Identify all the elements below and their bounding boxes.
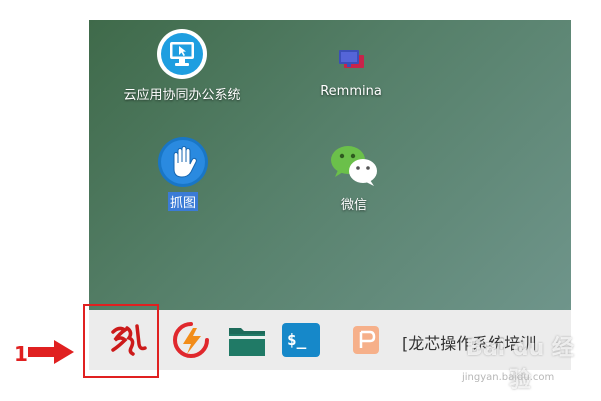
hand-icon <box>157 136 209 188</box>
desktop-area: 云应用协同办公系统 Remmina 抓图 微信 <box>89 20 571 310</box>
taskbar-terminal[interactable]: $_ <box>281 322 321 362</box>
wechat-icon <box>326 140 382 190</box>
desktop-icon-label: 抓图 <box>167 192 198 211</box>
watermark-url: jingyan.baidu.com <box>462 372 555 383</box>
lightning-logo-icon <box>171 322 211 364</box>
desktop-icon-remmina[interactable]: Remmina <box>301 42 401 99</box>
desktop-icon-screenshot-tool[interactable]: 抓图 <box>153 136 213 211</box>
desktop-icon-label: Remmina <box>320 84 382 99</box>
presentation-doc-icon <box>351 326 381 360</box>
svg-text:$_: $_ <box>287 330 307 349</box>
taskbar-file-manager[interactable] <box>227 322 267 362</box>
arrow-right-icon <box>28 340 78 368</box>
folder-icon <box>227 328 267 362</box>
desktop-icon-label: 微信 <box>340 198 367 213</box>
annotation-number: 1 <box>14 342 28 366</box>
desktop-icon-label: 云应用协同办公系统 <box>123 88 241 103</box>
taskbar-presentation-window[interactable] <box>351 324 381 360</box>
annotation-highlight-box <box>83 304 159 378</box>
terminal-icon: $_ <box>281 323 321 362</box>
taskbar-app-launcher[interactable] <box>171 320 211 364</box>
desktop-icon-wechat[interactable]: 微信 <box>314 140 394 213</box>
remmina-icon <box>331 42 371 80</box>
monitor-cursor-icon <box>156 28 208 80</box>
watermark: Bai du 经验 <box>466 336 574 393</box>
desktop-icon-cloud-office[interactable]: 云应用协同办公系统 <box>107 28 257 103</box>
